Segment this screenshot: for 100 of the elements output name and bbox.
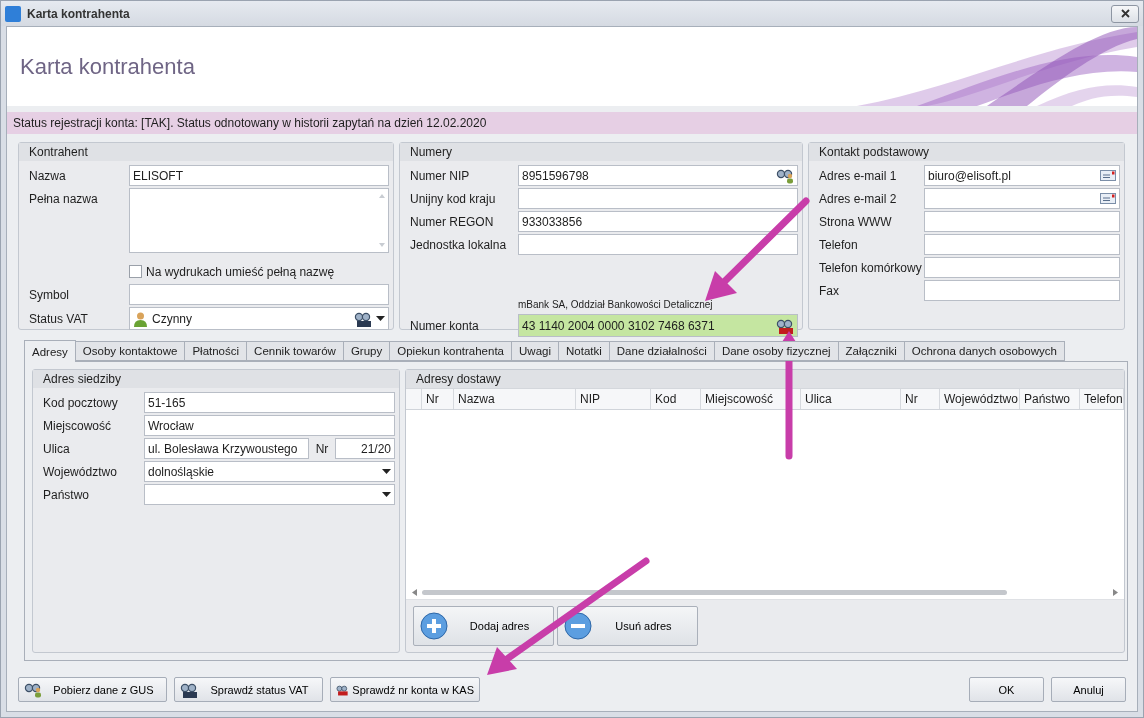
- panel-title: Kontrahent: [19, 143, 393, 161]
- number-field[interactable]: 21/20: [335, 438, 395, 459]
- window-title: Karta kontrahenta: [27, 6, 131, 21]
- field-label: Telefon: [819, 237, 859, 252]
- tab[interactable]: Grupy: [342, 341, 391, 361]
- email-icon[interactable]: [1100, 170, 1116, 181]
- header-title: Karta kontrahenta: [20, 53, 195, 80]
- checkbox[interactable]: [129, 265, 142, 278]
- street-field[interactable]: ul. Bolesława Krzywoustego: [144, 438, 309, 459]
- action-button[interactable]: Sprawdź status VAT: [174, 677, 323, 702]
- dropdown-caret-icon[interactable]: [376, 316, 385, 321]
- column-header[interactable]: NIP: [576, 389, 651, 409]
- field-label: Adres e-mail 1: [819, 168, 898, 183]
- binoculars-person-icon[interactable]: [24, 681, 42, 698]
- tab[interactable]: Notatki: [558, 341, 610, 361]
- field-label: Unijny kod kraju: [410, 191, 497, 206]
- column-header[interactable]: Telefon: [1080, 389, 1124, 409]
- field-label: Kod pocztowy: [43, 395, 119, 410]
- tab[interactable]: Ochrona danych osobowych: [903, 341, 1065, 361]
- dropdown-caret-icon[interactable]: [382, 469, 391, 474]
- scroll-left-icon[interactable]: [412, 588, 418, 596]
- text-field[interactable]: [129, 284, 389, 305]
- field-label: Ulica: [43, 441, 71, 456]
- field-label: Miejscowość: [43, 418, 112, 433]
- binoculars-icon[interactable]: [180, 681, 198, 698]
- column-header[interactable]: Kod: [651, 389, 701, 409]
- checkbox-label: Na wydrukach umieść pełną nazwę: [146, 264, 335, 279]
- field-label: Nr: [314, 441, 330, 456]
- close-icon[interactable]: [1120, 9, 1130, 18]
- plus-icon: [420, 612, 448, 640]
- dropdown-field[interactable]: dolnośląskie: [144, 461, 395, 482]
- text-field[interactable]: 51-165: [144, 392, 395, 413]
- remove-address-button[interactable]: Usuń adres: [557, 606, 698, 646]
- column-header[interactable]: Województwo: [940, 389, 1020, 409]
- text-field[interactable]: Wrocław: [144, 415, 395, 436]
- action-button[interactable]: Pobierz dane z GUS: [18, 677, 167, 702]
- email-field[interactable]: [924, 188, 1120, 209]
- text-field[interactable]: 933033856: [518, 211, 798, 232]
- status-message: Status rejestracji konta: [TAK]. Status odnotowany w historii zapytań na dzień 12.02.2020: [7, 112, 1137, 134]
- text-field[interactable]: [518, 234, 798, 255]
- column-header[interactable]: Państwo: [1020, 389, 1080, 409]
- binoculars-icon[interactable]: [354, 310, 372, 327]
- column-header[interactable]: Nr: [422, 389, 454, 409]
- field-label: Telefon komórkowy: [819, 260, 923, 275]
- cancel-button[interactable]: Anuluj: [1051, 677, 1126, 702]
- field-label: Numer REGON: [410, 214, 495, 229]
- vat-status-dropdown[interactable]: Czynny: [129, 307, 389, 330]
- tab[interactable]: Płatności: [184, 341, 248, 361]
- action-button[interactable]: Sprawdź nr konta w KAS: [330, 677, 480, 702]
- field-label: Państwo: [43, 487, 91, 502]
- text-field[interactable]: [518, 188, 798, 209]
- binoculars-icon[interactable]: [776, 317, 794, 334]
- tab[interactable]: Uwagi: [511, 341, 559, 361]
- app-icon: [5, 5, 21, 22]
- column-header[interactable]: Nr: [901, 389, 940, 409]
- panel-title: Adres siedziby: [33, 370, 399, 388]
- panel-title: Kontakt podstawowy: [809, 143, 1124, 161]
- tab[interactable]: Adresy: [24, 340, 76, 362]
- tab[interactable]: Załączniki: [837, 341, 905, 361]
- field-label: Strona WWW: [819, 214, 893, 229]
- field-label: Województwo: [43, 464, 118, 479]
- bank-name: mBank SA, Oddział Bankowości Detalicznej: [518, 299, 714, 312]
- field-label: Status VAT: [29, 311, 89, 326]
- ok-button[interactable]: OK: [969, 677, 1044, 702]
- column-header[interactable]: Nazwa: [454, 389, 576, 409]
- field-label: Jednostka lokalna: [410, 237, 508, 252]
- column-header[interactable]: Miejscowość: [701, 389, 801, 409]
- dropdown-caret-icon[interactable]: [382, 492, 391, 497]
- nip-field[interactable]: 8951596798: [518, 165, 798, 186]
- column-header[interactable]: Ulica: [801, 389, 901, 409]
- tab[interactable]: Dane osoby fizycznej: [713, 341, 839, 361]
- field-label: Adres e-mail 2: [819, 191, 898, 206]
- tab[interactable]: Dane działalności: [608, 341, 715, 361]
- field-label: Pełna nazwa: [29, 191, 99, 206]
- tab[interactable]: Osoby kontaktowe: [74, 341, 186, 361]
- text-field[interactable]: [924, 257, 1120, 278]
- tab[interactable]: Cennik towarów: [246, 341, 344, 361]
- account-number-field[interactable]: 43 1140 2004 0000 3102 7468 6371: [518, 314, 798, 337]
- binoculars-person-icon[interactable]: [776, 167, 794, 184]
- scroll-right-icon[interactable]: [1112, 588, 1118, 596]
- dropdown-field[interactable]: [144, 484, 395, 505]
- textarea-field[interactable]: [129, 188, 389, 253]
- text-field[interactable]: [924, 234, 1120, 255]
- add-address-button[interactable]: Dodaj adres: [413, 606, 554, 646]
- email-field[interactable]: biuro@elisoft.pl: [924, 165, 1120, 186]
- field-label: Numer konta: [410, 318, 480, 333]
- field-label: Nazwa: [29, 168, 67, 183]
- tab[interactable]: Opiekun kontrahenta: [389, 341, 512, 361]
- text-field[interactable]: [924, 211, 1120, 232]
- email-icon[interactable]: [1100, 193, 1116, 204]
- field-label: Fax: [819, 283, 840, 298]
- field-label: Numer NIP: [410, 168, 471, 183]
- panel-title: Numery: [400, 143, 802, 161]
- text-field[interactable]: [924, 280, 1120, 301]
- person-icon: [133, 310, 148, 327]
- field-label: Symbol: [29, 287, 70, 302]
- close-button[interactable]: [1111, 4, 1139, 23]
- minus-icon: [564, 612, 592, 640]
- text-field[interactable]: ELISOFT: [129, 165, 389, 186]
- panel-title: Adresy dostawy: [406, 370, 1124, 388]
